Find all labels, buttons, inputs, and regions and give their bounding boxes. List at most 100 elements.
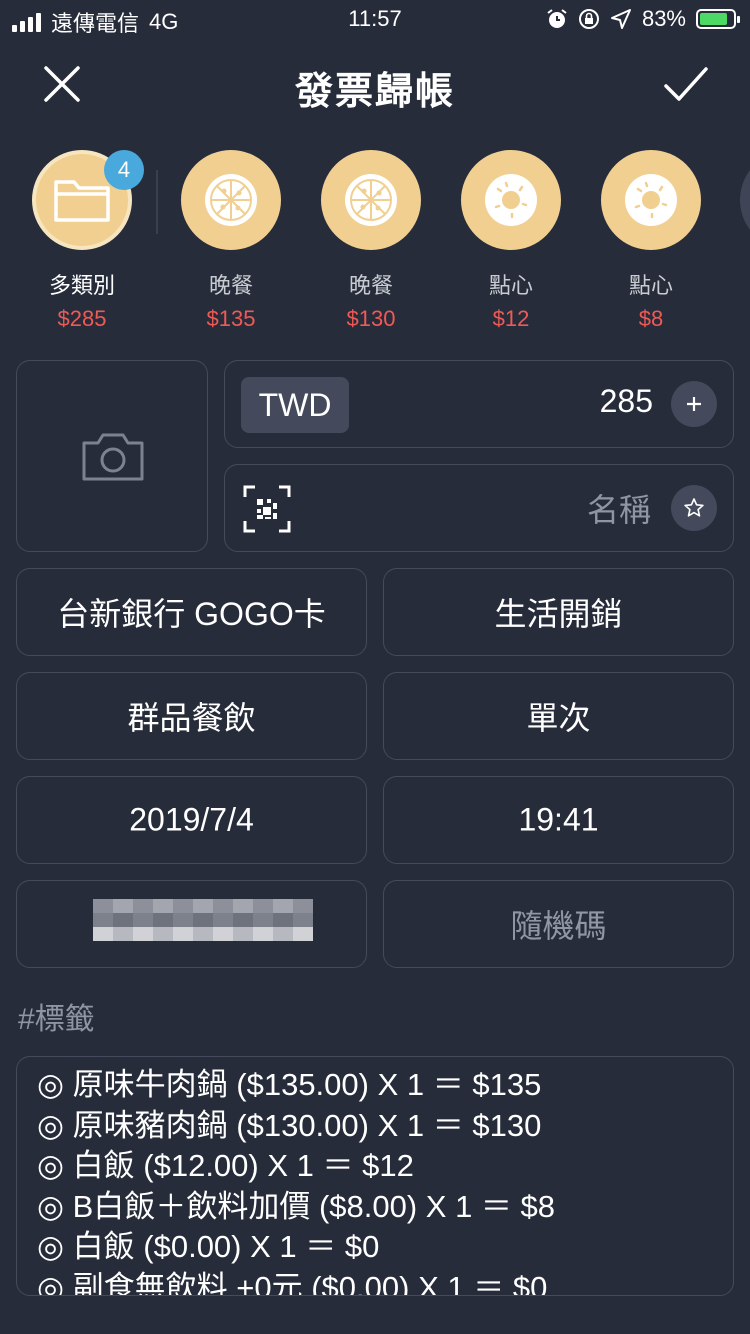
battery-icon bbox=[696, 9, 740, 29]
redaction-pixel bbox=[273, 913, 293, 927]
divider bbox=[156, 170, 158, 234]
check-icon bbox=[664, 67, 708, 101]
redaction-pixel bbox=[253, 927, 273, 941]
invoice-number-field[interactable] bbox=[16, 880, 367, 968]
currency-selector[interactable]: TWD bbox=[241, 377, 349, 433]
redaction-pixel bbox=[93, 899, 113, 913]
redaction-pixel bbox=[293, 899, 313, 913]
category-count-badge: 4 bbox=[104, 150, 144, 190]
redaction-pixel bbox=[133, 913, 153, 927]
favorite-button[interactable] bbox=[671, 485, 717, 531]
category-label: 點心 bbox=[628, 273, 673, 298]
qr-scan-icon[interactable] bbox=[243, 485, 291, 533]
note-line: ◎ 白飯 ($12.00) X 1 ＝ $12 bbox=[37, 1148, 414, 1183]
redaction-pixel bbox=[93, 913, 113, 927]
redaction-pixel bbox=[253, 913, 273, 927]
note-line: ◎ 原味牛肉鍋 ($135.00) X 1 ＝ $135 bbox=[37, 1067, 542, 1102]
plus-icon bbox=[687, 397, 701, 411]
redaction-pixel bbox=[273, 927, 293, 941]
page-title: 發票歸帳 bbox=[294, 71, 455, 113]
amount-field[interactable]: TWD 285 bbox=[224, 360, 734, 448]
category-item-dinner-1[interactable]: 晚餐 $135 bbox=[176, 150, 286, 332]
category-item-more[interactable] bbox=[740, 150, 750, 250]
category-circle bbox=[461, 150, 561, 250]
note-line: ◎ 原味豬肉鍋 ($130.00) X 1 ＝ $130 bbox=[37, 1107, 542, 1143]
add-button[interactable] bbox=[671, 381, 717, 427]
time-label: 19:41 bbox=[518, 801, 599, 838]
random-code-placeholder: 隨機碼 bbox=[510, 908, 607, 944]
category-item-dinner-2[interactable]: 晚餐 $130 bbox=[316, 150, 426, 332]
pizza-icon bbox=[345, 174, 397, 226]
star-icon bbox=[684, 498, 704, 517]
redaction-pixel bbox=[253, 899, 273, 913]
redaction-pixel bbox=[233, 913, 253, 927]
merchant-label: 群品餐飲 bbox=[127, 700, 256, 736]
redaction-pixel bbox=[213, 927, 233, 941]
pizza-icon bbox=[205, 174, 257, 226]
donut-icon bbox=[485, 174, 537, 226]
status-bar: 遠傳電信 4G 11:57 83% bbox=[0, 0, 750, 40]
category-amount: $285 bbox=[57, 306, 107, 331]
category-item-snack-1[interactable]: 點心 $12 bbox=[456, 150, 566, 332]
tags-label[interactable]: #標籤 bbox=[18, 994, 95, 1038]
redaction-pixel bbox=[153, 899, 173, 913]
redaction-pixel bbox=[213, 913, 233, 927]
account-label: 台新銀行 GOGO卡 bbox=[57, 596, 326, 632]
donut-icon bbox=[625, 174, 677, 226]
redaction-pixel bbox=[113, 927, 133, 941]
frequency-label: 單次 bbox=[526, 700, 591, 736]
time-picker[interactable]: 19:41 bbox=[383, 776, 734, 864]
photo-button[interactable] bbox=[16, 360, 208, 552]
alarm-icon bbox=[547, 9, 567, 28]
redaction-pixel bbox=[93, 927, 113, 941]
battery-percent: 83% bbox=[641, 6, 686, 31]
redaction-pixel bbox=[193, 899, 213, 913]
redaction-pixel bbox=[293, 913, 313, 927]
redaction-pixel bbox=[153, 927, 173, 941]
category-amount: $130 bbox=[346, 306, 396, 331]
location-icon bbox=[610, 9, 631, 29]
note-line: ◎ 副食無飲料 +0元 ($0.00) X 1 ＝ $0 bbox=[37, 1269, 548, 1296]
random-code-field[interactable]: 隨機碼 bbox=[383, 880, 734, 968]
confirm-button[interactable] bbox=[656, 54, 716, 114]
redaction-pixel bbox=[293, 927, 313, 941]
redaction-pixel bbox=[193, 913, 213, 927]
category-label: 晚餐 bbox=[208, 273, 253, 298]
note-line: ◎ B白飯＋飲料加價 ($8.00) X 1 ＝ $8 bbox=[37, 1188, 556, 1224]
header: 發票歸帳 bbox=[0, 50, 750, 120]
category-label: 多類別 bbox=[48, 273, 115, 298]
project-selector[interactable]: 生活開銷 bbox=[383, 568, 734, 656]
note-line: ◎ 白飯 ($0.00) X 1 ＝ $0 bbox=[37, 1229, 380, 1264]
category-item-snack-2[interactable]: 點心 $8 bbox=[596, 150, 706, 332]
notes-textarea[interactable]: ◎ 原味牛肉鍋 ($135.00) X 1 ＝ $135 ◎ 原味豬肉鍋 ($1… bbox=[16, 1056, 734, 1296]
category-row: 4 多類別 $285 晚餐 $135 晚餐 $130 點心 $12 點心 $8 bbox=[0, 150, 750, 340]
category-item-multi[interactable]: 4 多類別 $285 bbox=[27, 150, 144, 332]
date-picker[interactable]: 2019/7/4 bbox=[16, 776, 367, 864]
category-circle: 4 bbox=[32, 150, 144, 250]
redaction-pixel bbox=[193, 927, 213, 941]
redaction-pixel bbox=[233, 899, 253, 913]
category-amount: $135 bbox=[206, 306, 256, 331]
project-label: 生活開銷 bbox=[494, 596, 623, 632]
frequency-selector[interactable]: 單次 bbox=[383, 672, 734, 760]
redaction-pixel bbox=[113, 899, 133, 913]
redacted-invoice-number bbox=[93, 899, 313, 943]
redaction-pixel bbox=[173, 927, 193, 941]
folder-icon bbox=[54, 180, 110, 222]
redaction-pixel bbox=[133, 899, 153, 913]
account-selector[interactable]: 台新銀行 GOGO卡 bbox=[16, 568, 367, 656]
name-field[interactable]: 名稱 bbox=[224, 464, 734, 552]
redaction-pixel bbox=[133, 927, 153, 941]
category-amount: $8 bbox=[638, 306, 664, 331]
rotation-lock-icon bbox=[578, 9, 599, 29]
date-label: 2019/7/4 bbox=[129, 801, 254, 838]
category-label: 點心 bbox=[488, 273, 533, 298]
category-circle bbox=[601, 150, 701, 250]
name-placeholder: 名稱 bbox=[586, 492, 651, 528]
category-amount: $12 bbox=[492, 306, 530, 331]
redaction-pixel bbox=[153, 913, 173, 927]
merchant-field[interactable]: 群品餐飲 bbox=[16, 672, 367, 760]
redaction-pixel bbox=[173, 899, 193, 913]
category-circle bbox=[181, 150, 281, 250]
redaction-pixel bbox=[113, 913, 133, 927]
